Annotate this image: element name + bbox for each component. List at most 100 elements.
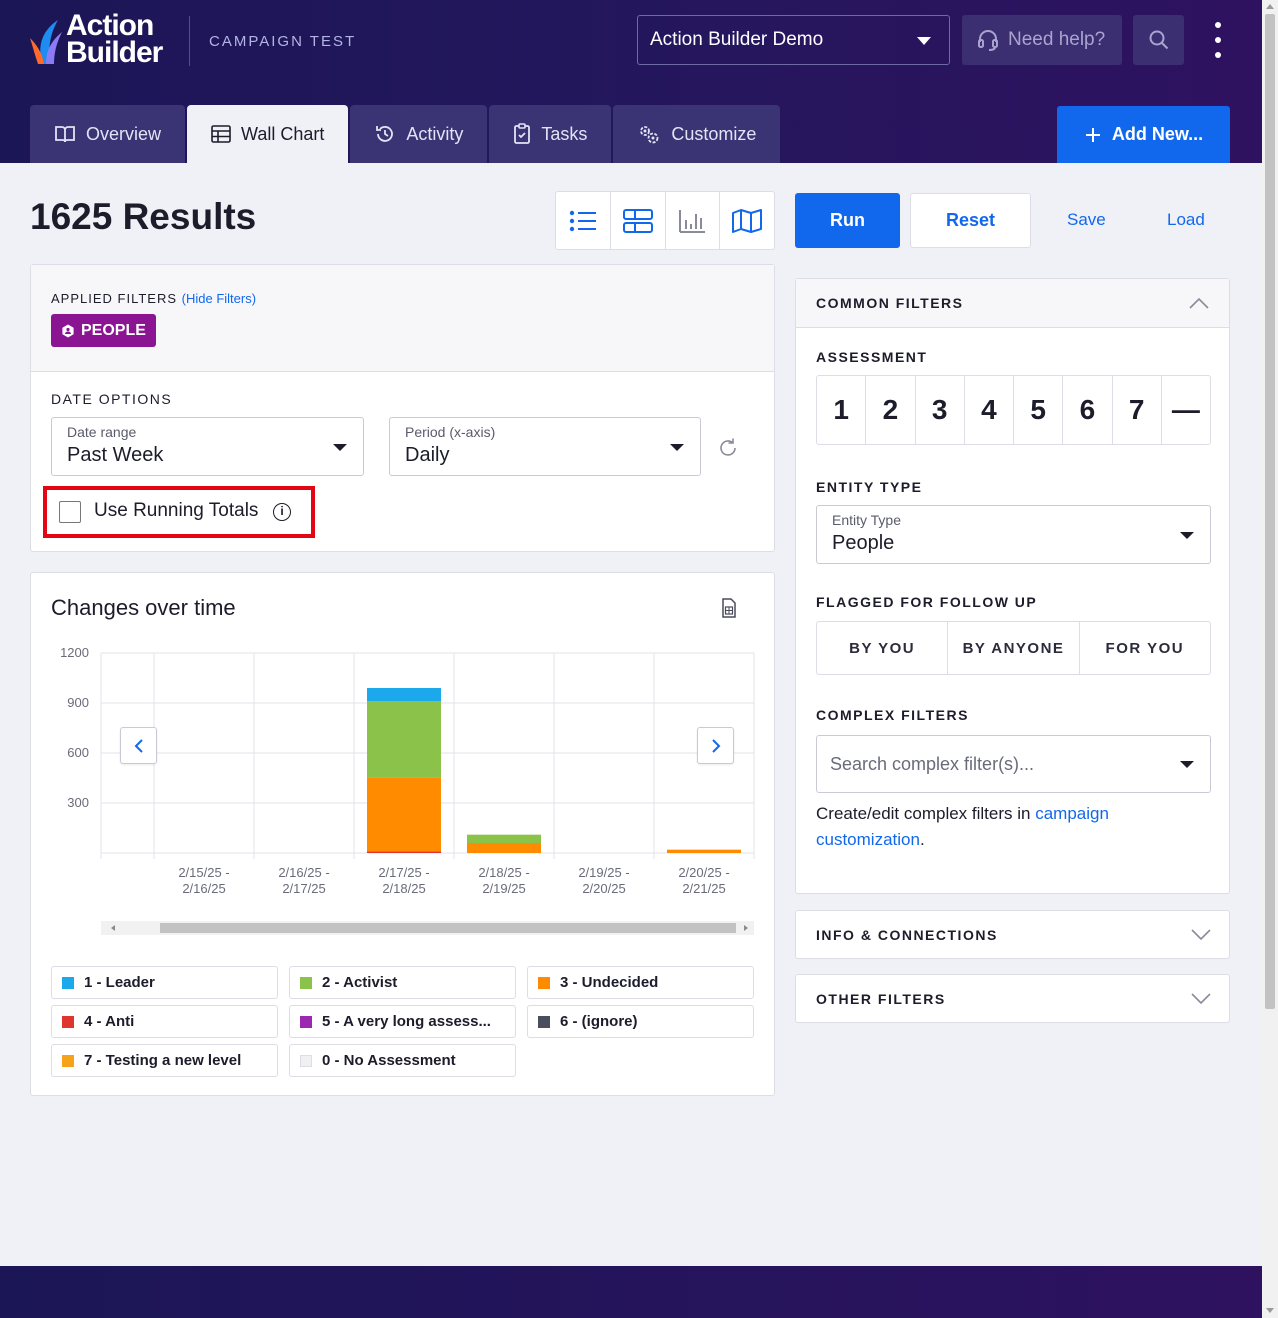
x-tick-label: 2/17/25 - — [378, 865, 429, 880]
legend-item[interactable]: 7 - Testing a new level — [51, 1044, 278, 1077]
legend-item[interactable]: 6 - (ignore) — [527, 1005, 754, 1038]
common-filters-panel: COMMON FILTERS ASSESSMENT 1 2 3 4 5 6 7 … — [795, 278, 1230, 894]
x-tick-label: 2/18/25 — [382, 881, 425, 896]
assessment-4-button[interactable]: 4 — [965, 376, 1014, 444]
legend-item[interactable]: 3 - Undecided — [527, 966, 754, 999]
chart-view-button[interactable] — [666, 192, 721, 249]
page-footer — [0, 1266, 1262, 1318]
legend-label: 5 - A very long assess... — [322, 1013, 491, 1030]
date-options-label: DATE OPTIONS — [51, 391, 173, 407]
legend-item[interactable]: 2 - Activist — [289, 966, 516, 999]
other-filters-section[interactable]: OTHER FILTERS — [795, 974, 1230, 1023]
period-select[interactable]: Period (x-axis) Daily — [389, 417, 701, 476]
tab-customize[interactable]: Customize — [613, 105, 781, 163]
assessment-6-button[interactable]: 6 — [1063, 376, 1113, 444]
assessment-5-button[interactable]: 5 — [1014, 376, 1064, 444]
table-icon — [211, 125, 231, 143]
x-tick-label: 2/19/25 - — [578, 865, 629, 880]
vertical-scrollbar[interactable] — [1262, 0, 1278, 1318]
map-view-button[interactable] — [720, 192, 774, 249]
y-tick-label: 900 — [67, 695, 89, 710]
chart-prev-button[interactable] — [120, 727, 157, 764]
date-range-value: Past Week — [67, 444, 164, 466]
main-tabs: Overview Wall Chart Activity Tasks Custo… — [30, 105, 781, 163]
x-label-mask — [31, 861, 101, 901]
complex-filter-placeholder: Search complex filter(s)... — [830, 754, 1035, 774]
entity-type-value: People — [832, 532, 895, 554]
assessment-7-button[interactable]: 7 — [1113, 376, 1162, 444]
run-button[interactable]: Run — [795, 193, 900, 248]
chart-scrollbar-thumb — [160, 923, 736, 933]
y-tick-label: 300 — [67, 795, 89, 810]
date-range-label: Date range — [67, 424, 137, 440]
map-icon — [732, 208, 763, 233]
caret-down-icon — [670, 444, 684, 451]
gears-icon — [640, 126, 659, 144]
tab-activity[interactable]: Activity — [350, 105, 488, 163]
scroll-up-arrow-icon[interactable] — [1266, 4, 1274, 9]
tab-wall-chart[interactable]: Wall Chart — [187, 105, 349, 163]
bar-segment — [467, 834, 541, 843]
info-connections-section[interactable]: INFO & CONNECTIONS — [795, 910, 1230, 959]
tab-customize-label: Customize — [671, 123, 757, 144]
hide-filters-link[interactable]: (Hide Filters) — [182, 291, 256, 306]
download-csv-icon[interactable] — [721, 598, 737, 618]
flag-by-you-button[interactable]: BY YOU — [817, 622, 949, 674]
assessment-selector: 1 2 3 4 5 6 7 — — [816, 375, 1211, 445]
chevron-down-icon — [1191, 993, 1211, 1005]
scroll-down-arrow-icon[interactable] — [1266, 1308, 1274, 1313]
reset-button[interactable]: Reset — [910, 193, 1031, 248]
common-filters-label: COMMON FILTERS — [816, 295, 964, 311]
x-tick-label: 2/16/25 - — [278, 865, 329, 880]
running-totals-checkbox[interactable] — [59, 501, 81, 523]
header-divider — [189, 16, 190, 66]
assessment-3-button[interactable]: 3 — [916, 376, 965, 444]
add-new-button[interactable]: Add New... — [1057, 106, 1230, 163]
date-range-select[interactable]: Date range Past Week — [51, 417, 364, 476]
running-totals-label[interactable]: Use Running Totals — [94, 500, 258, 522]
complex-filters-note: Create/edit complex filters in campaign … — [816, 801, 1211, 853]
info-icon[interactable]: i — [273, 503, 291, 521]
chart-title: Changes over time — [51, 595, 236, 620]
x-tick-label: 2/20/25 — [582, 881, 625, 896]
assessment-1-button[interactable]: 1 — [817, 376, 867, 444]
organization-select[interactable]: Action Builder Demo — [637, 15, 950, 65]
legend-item[interactable]: 5 - A very long assess... — [289, 1005, 516, 1038]
bar-segment — [367, 701, 441, 778]
clipboard-icon — [514, 123, 531, 144]
flag-for-you-button[interactable]: FOR YOU — [1080, 622, 1210, 674]
caret-down-icon — [1180, 532, 1194, 539]
y-tick-label: 600 — [67, 745, 89, 760]
card-view-button[interactable] — [611, 192, 666, 249]
x-tick-label: 2/15/25 - — [178, 865, 229, 880]
chart-next-button[interactable] — [697, 727, 734, 764]
tab-overview-label: Overview — [86, 123, 162, 144]
legend-item[interactable]: 0 - No Assessment — [289, 1044, 516, 1077]
complex-filters-label: COMPLEX FILTERS — [816, 707, 969, 723]
more-menu-icon[interactable] — [1208, 20, 1228, 60]
refresh-icon[interactable] — [717, 437, 739, 459]
people-filter-tag[interactable]: PEOPLE — [51, 314, 156, 347]
common-filters-header[interactable]: COMMON FILTERS — [796, 279, 1229, 328]
entity-type-select[interactable]: Entity Type People — [816, 505, 1211, 564]
tab-tasks[interactable]: Tasks — [489, 105, 612, 163]
assessment-none-button[interactable]: — — [1162, 376, 1210, 444]
need-help-button[interactable]: Need help? — [962, 15, 1122, 65]
list-view-button[interactable] — [556, 192, 611, 249]
legend-label: 2 - Activist — [322, 974, 398, 991]
load-link[interactable]: Load — [1167, 210, 1205, 230]
legend-item[interactable]: 4 - Anti — [51, 1005, 278, 1038]
action-builder-logo[interactable]: Action Builder — [28, 11, 173, 70]
flag-by-anyone-button[interactable]: BY ANYONE — [948, 622, 1080, 674]
assessment-2-button[interactable]: 2 — [866, 376, 916, 444]
entity-type-small-label: Entity Type — [832, 512, 902, 528]
scrollbar-thumb[interactable] — [1265, 14, 1275, 1009]
bar-segment — [367, 688, 441, 702]
complex-filter-search[interactable]: Search complex filter(s)... — [816, 735, 1211, 793]
save-link[interactable]: Save — [1067, 210, 1106, 230]
hexagon-icon — [62, 324, 74, 337]
search-button[interactable] — [1133, 15, 1184, 65]
caret-down-icon — [333, 444, 347, 451]
tab-overview[interactable]: Overview — [30, 105, 186, 163]
legend-item[interactable]: 1 - Leader — [51, 966, 278, 999]
